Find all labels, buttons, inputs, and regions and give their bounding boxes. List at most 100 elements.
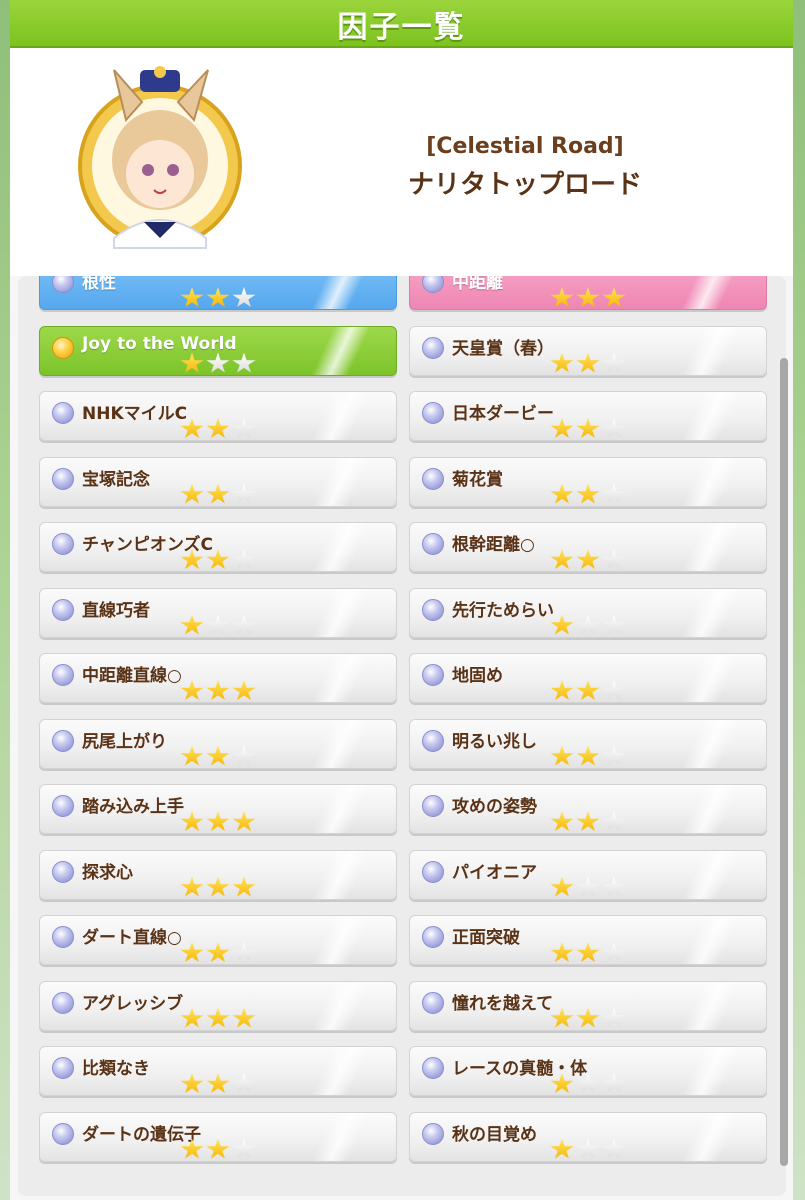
factor-star-rating: [550, 1007, 628, 1030]
factor-star-rating: [180, 418, 258, 440]
star-icon: [206, 745, 230, 766]
factor-rank-orb-icon: [422, 276, 444, 293]
character-epithet: [Celestial Road]: [426, 134, 624, 159]
factor-card[interactable]: 直線巧者: [39, 587, 397, 638]
factor-name: 宝塚記念: [82, 469, 150, 490]
factor-card[interactable]: アグレッシブ: [39, 980, 397, 1031]
factor-card[interactable]: 日本ダービー: [409, 391, 767, 441]
factor-name: 菊花賞: [452, 469, 503, 490]
factor-rank-orb-icon: [52, 336, 74, 359]
factor-card[interactable]: 踏み込み上手: [39, 784, 397, 834]
star-icon: [576, 1007, 600, 1028]
star-icon: [180, 614, 204, 635]
factor-card[interactable]: 憧れを越えて: [409, 980, 767, 1031]
factor-name: 踏み込み上手: [82, 797, 184, 817]
star-icon: [550, 680, 574, 701]
factor-card[interactable]: 明るい兆し: [409, 718, 767, 769]
star-icon: [576, 614, 600, 635]
factor-name: 尻尾上がり: [82, 731, 167, 752]
factor-name: ダート直線○: [82, 928, 182, 948]
star-icon: [576, 811, 600, 832]
star-icon: [550, 942, 574, 963]
factor-star-rating: [180, 1007, 258, 1030]
factor-star-rating: [180, 1138, 258, 1161]
factor-star-rating: [550, 1138, 628, 1161]
factor-rank-orb-icon: [52, 795, 74, 817]
star-icon: [576, 876, 600, 897]
star-icon: [550, 1073, 574, 1094]
star-icon: [206, 811, 230, 832]
factor-rank-orb-icon: [52, 467, 74, 490]
factor-card[interactable]: パイオニア: [409, 849, 767, 900]
scrollbar-thumb[interactable]: [780, 358, 788, 1166]
star-icon: [180, 352, 204, 373]
factor-rank-orb-icon: [422, 598, 444, 621]
factor-list-screen: 因子一覧 [Celestial Road] ナリタトップロード 根性 Joy to…: [10, 0, 793, 1200]
factor-star-rating: [550, 352, 628, 375]
star-icon: [602, 549, 626, 570]
factor-card[interactable]: Joy to the World: [39, 325, 397, 376]
star-icon: [550, 549, 574, 570]
factor-card[interactable]: 宝塚記念: [39, 456, 397, 507]
scrollbar[interactable]: [780, 358, 788, 1166]
star-icon: [180, 876, 204, 897]
factor-card[interactable]: ダートの遺伝子: [39, 1111, 397, 1162]
header-bar: 因子一覧: [10, 0, 793, 48]
star-icon: [180, 811, 204, 832]
factor-rank-orb-icon: [52, 926, 74, 948]
star-icon: [206, 1138, 230, 1159]
star-icon: [180, 483, 204, 504]
star-icon: [550, 352, 574, 373]
factor-card[interactable]: ダート直線○: [39, 915, 397, 965]
star-icon: [602, 287, 626, 308]
factor-rank-orb-icon: [422, 926, 444, 948]
star-icon: [602, 942, 626, 963]
star-icon: [550, 418, 574, 439]
factor-star-rating: [550, 549, 628, 571]
factor-list-panel[interactable]: 根性 Joy to the World NHKマイルC 宝塚記念チャンピオンズC 直線巧…: [18, 276, 786, 1196]
factor-card[interactable]: 中距離: [409, 276, 767, 310]
factor-star-rating: [550, 287, 628, 309]
factor-star-rating: [550, 876, 628, 899]
factor-card[interactable]: 根性: [39, 276, 397, 310]
factor-rank-orb-icon: [422, 402, 444, 424]
factor-name: 明るい兆し: [452, 731, 537, 752]
factor-card[interactable]: 中距離直線○: [39, 653, 397, 703]
factor-card[interactable]: 尻尾上がり: [39, 718, 397, 769]
factor-name: 地固め: [452, 666, 503, 686]
factor-card[interactable]: レースの真髄・体: [409, 1046, 767, 1096]
factor-card[interactable]: 先行ためらい: [409, 587, 767, 638]
star-icon: [206, 876, 230, 897]
character-avatar: [78, 66, 242, 249]
star-icon: [576, 942, 600, 963]
factor-name: 先行ためらい: [452, 600, 554, 621]
star-icon: [180, 942, 204, 963]
factor-star-rating: [180, 614, 258, 637]
factor-card[interactable]: 探求心: [39, 849, 397, 900]
factor-star-rating: [550, 1073, 628, 1095]
factor-card[interactable]: NHKマイルC: [39, 391, 397, 441]
factor-card[interactable]: チャンピオンズC: [39, 522, 397, 572]
factor-rank-orb-icon: [52, 1057, 74, 1079]
star-icon: [550, 811, 574, 832]
factor-card[interactable]: 地固め: [409, 653, 767, 703]
star-icon: [550, 1138, 574, 1159]
factor-card[interactable]: 比類なき: [39, 1046, 397, 1096]
factor-card[interactable]: 攻めの姿勢: [409, 784, 767, 834]
factor-rank-orb-icon: [52, 991, 74, 1014]
factor-card[interactable]: 天皇賞（春）: [409, 325, 767, 376]
star-icon: [576, 745, 600, 766]
factor-rank-orb-icon: [422, 533, 444, 555]
factor-name: 天皇賞（春）: [452, 338, 554, 359]
factor-card[interactable]: 秋の目覚め: [409, 1111, 767, 1162]
star-icon: [232, 287, 256, 308]
factor-name: 中距離: [452, 276, 503, 293]
factor-card[interactable]: 正面突破: [409, 915, 767, 965]
star-icon: [206, 287, 230, 308]
factor-card[interactable]: 菊花賞: [409, 456, 767, 507]
factor-card[interactable]: 根幹距離○: [409, 522, 767, 572]
star-icon: [550, 483, 574, 504]
factor-name: 比類なき: [82, 1059, 150, 1079]
factor-rank-orb-icon: [422, 795, 444, 817]
star-icon: [180, 418, 204, 439]
